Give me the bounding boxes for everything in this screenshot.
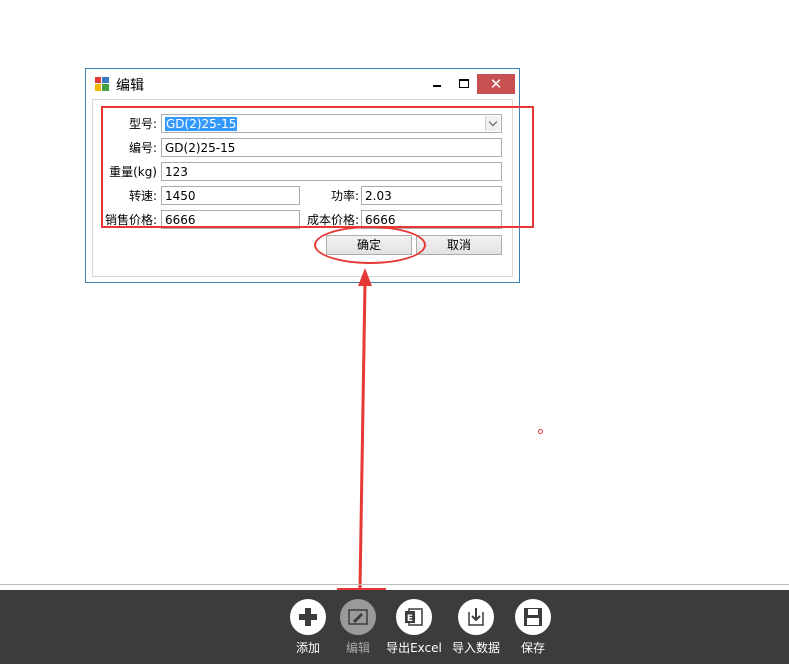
svg-text:E: E <box>407 614 413 624</box>
annotation-arrow <box>358 268 372 589</box>
excel-icon: E <box>396 599 432 635</box>
save-button[interactable]: 保存 <box>503 599 563 659</box>
export-excel-button[interactable]: E 导出Excel <box>384 599 444 659</box>
import-data-label: 导入数据 <box>451 641 500 655</box>
edit-icon <box>340 599 376 635</box>
plus-icon <box>290 599 326 635</box>
save-label: 保存 <box>520 641 545 655</box>
edit-label: 编辑 <box>345 641 370 655</box>
import-icon <box>458 599 494 635</box>
import-data-button[interactable]: 导入数据 <box>446 599 506 659</box>
annotation-dot <box>538 429 543 434</box>
export-excel-label: 导出Excel <box>386 641 442 655</box>
toolbar-divider <box>0 584 789 585</box>
edit-button[interactable]: 编辑 <box>328 599 388 659</box>
save-icon <box>515 599 551 635</box>
bottom-toolbar: 添加 编辑 E 导出Excel 导入数据 保存 <box>0 590 789 664</box>
